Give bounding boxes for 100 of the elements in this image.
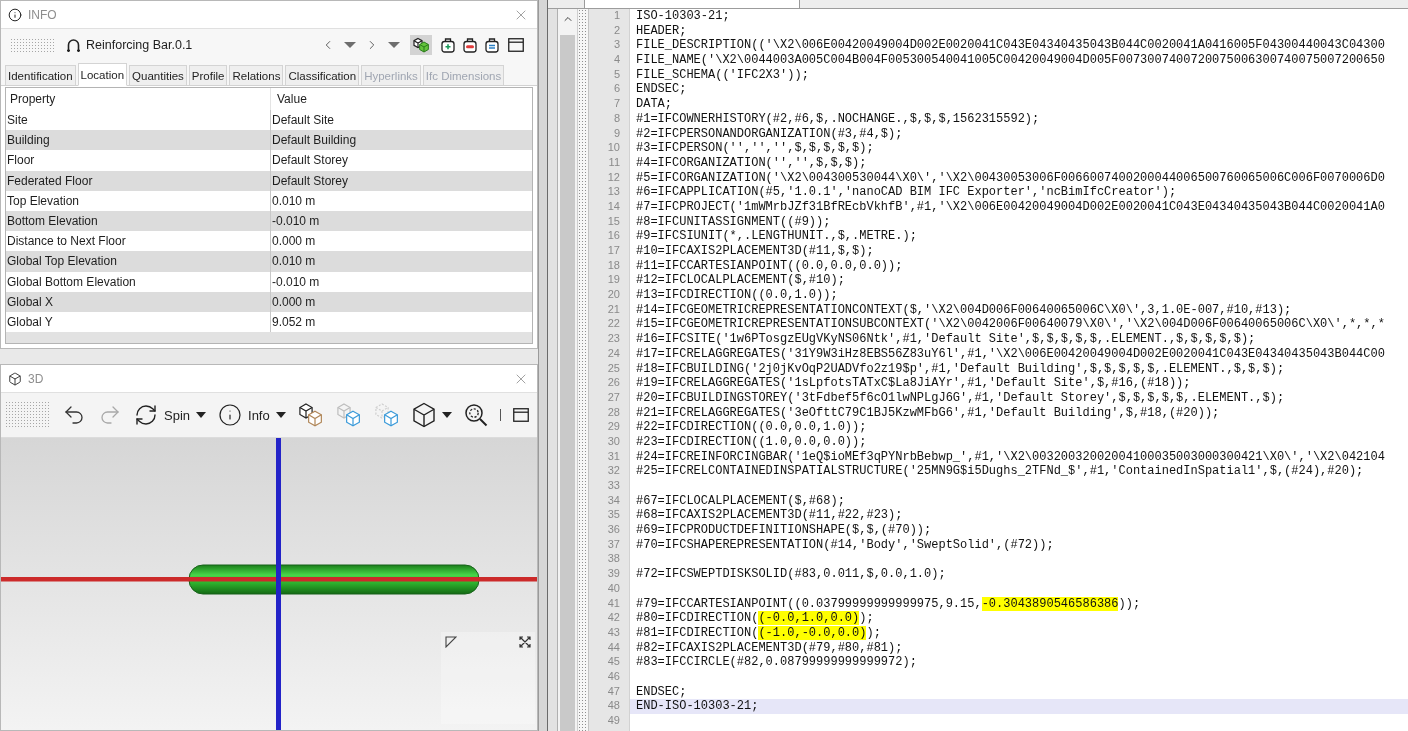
table-cell: 0.010 m — [270, 251, 532, 272]
cube-icon — [8, 371, 22, 386]
window-button[interactable] — [506, 36, 526, 54]
info-button[interactable]: Info — [218, 403, 286, 427]
window-icon — [512, 408, 529, 422]
code-line: #7=IFCPROJECT('1mWMrbJZf31BfREcbVkhfB',#1,'\X2\006E00420049004D002E0020041C043E04340435043B044C0020041A0 — [636, 199, 1385, 215]
table-cell-text: Global X — [6, 293, 55, 311]
table-cell: 9.052 m — [270, 311, 532, 333]
window-button[interactable] — [512, 408, 529, 422]
cubes-icon — [412, 37, 430, 53]
triangle-icon — [445, 636, 457, 648]
line-number: 23 — [607, 332, 620, 347]
code-line: FILE_SCHEMA(('IFC2X3')); — [636, 67, 809, 83]
code-text: )); — [1118, 596, 1141, 611]
line-number: 35 — [607, 508, 620, 523]
table-cell: -0.010 m — [270, 271, 532, 292]
code-line: #16=IFCSITE('1w6PTosgzEUgVKyNS06Ntk',#1,'Default Site',$,$,$,$,$,.ELEMENT.,$,$,$,$,$); — [636, 332, 1256, 347]
table-cell: Default Storey — [270, 150, 532, 171]
line-number: 31 — [607, 449, 620, 464]
code-line: #70=IFCSHAPEREPRESENTATION(#14,'Body','SweptSolid',(#72)); — [636, 537, 1054, 553]
line-number: 14 — [607, 199, 620, 214]
caret-icon — [275, 412, 286, 418]
code-line: #24=IFCREINFORCINGBAR('1eQ$ioMEf3qPYNrbBebwp_',#1,'\X2\00320032002004100035003000300421\X0\','\X2\042104 — [636, 449, 1385, 465]
tab[interactable]: Location — [77, 63, 128, 86]
tab[interactable]: Profile — [188, 65, 228, 85]
line-number: 36 — [607, 523, 620, 538]
arch-icon — [66, 37, 81, 53]
highlighted-text: (-1.0,-0.0,0.0) — [758, 625, 867, 640]
cubes-button[interactable] — [297, 403, 324, 427]
line-number: 30 — [607, 434, 620, 449]
info-icon — [8, 7, 22, 22]
line-number: 39 — [607, 567, 620, 582]
line-number: 29 — [607, 420, 620, 435]
table-cell-text: Site — [6, 112, 29, 130]
code-editor[interactable] — [629, 9, 1408, 731]
code-line: #15=IFCGEOMETRICREPRESENTATIONSUBCONTEXT('\X2\0042006F00640079\X0\','\X2\004D006F00640065006C\X0\',*,*,* — [636, 317, 1385, 333]
line-number: 13 — [607, 185, 620, 200]
window-icon — [508, 38, 524, 52]
line-number: 3 — [613, 38, 620, 53]
cubes-toggle-button[interactable] — [410, 35, 432, 55]
code-line: #25=IFCRELCONTAINEDINSPATIALSTRUCTURE('25MN9G$i5Dughs_2TFNd_$',#1,'ContainedInSpatial1',$,(#24),#20); — [636, 464, 1364, 479]
tab[interactable]: Classification — [285, 65, 360, 85]
table-cell: 0.000 m — [270, 291, 532, 312]
code-line: #23=IFCDIRECTION((1.0,0.0,0.0)); — [636, 434, 867, 450]
zoom-button[interactable] — [463, 403, 488, 427]
code-line: #22=IFCDIRECTION((0.0,0.0,1.0)); — [636, 420, 867, 435]
line-number: 15 — [607, 214, 620, 229]
history-dropdown[interactable] — [386, 40, 402, 50]
line-number: 40 — [607, 581, 620, 596]
scrollbar-thumb[interactable] — [560, 35, 575, 731]
code-line: #12=IFCLOCALPLACEMENT($,#10); — [636, 273, 845, 289]
box-plus-button[interactable] — [439, 35, 457, 55]
code-line: #8=IFCUNITASSIGNMENT((#9)); — [636, 214, 831, 230]
code-line: #67=IFCLOCALPLACEMENT($,#68); — [636, 493, 845, 509]
code-line: #4=IFCORGANIZATION('','',$,$,$); — [636, 155, 867, 171]
line-number: 12 — [607, 170, 620, 185]
tab[interactable]: Relations — [229, 65, 284, 85]
code-line: #68=IFCAXIS2PLACEMENT3D(#11,#22,#23); — [636, 508, 903, 524]
code-text: #81=IFCDIRECTION( — [636, 625, 759, 640]
panel-title: 3D — [28, 371, 44, 386]
line-number: 4 — [613, 53, 620, 68]
code-line: #21=IFCRELAGGREGATES('3eOfttC79C1BJ5KzwMFbG6',#1,'Default Building',$,#18,(#20)); — [636, 405, 1220, 421]
line-number: 2 — [613, 23, 620, 38]
table-cell-text: Building — [6, 132, 51, 150]
line-number: 22 — [607, 317, 620, 332]
line-number: 28 — [607, 405, 620, 420]
line-number: 38 — [607, 552, 620, 567]
info-icon — [218, 403, 243, 427]
line-number: 27 — [607, 390, 620, 405]
column-header[interactable]: Property — [6, 88, 270, 110]
splitter[interactable] — [538, 0, 548, 731]
line-number: 7 — [613, 97, 620, 112]
line-number: 20 — [607, 288, 620, 303]
view-cube-button[interactable] — [411, 402, 452, 428]
line-number: 33 — [607, 479, 620, 493]
tab[interactable]: Quantities — [129, 65, 187, 85]
code-line: FILE_DESCRIPTION(('\X2\006E00420049004D002E0020041C043E04340435043B044C0020041A0416005F04300440043C04300 — [636, 38, 1385, 54]
tab[interactable]: Identification — [5, 65, 76, 85]
code-line: #6=IFCAPPLICATION(#5,'1.0.1','nanoCAD BIM IFC Exporter','ncBimIfcCreator'); — [636, 185, 1177, 200]
code-line: #69=IFCPRODUCTDEFINITIONSHAPE($,$,(#70)); — [636, 523, 932, 538]
history-dropdown[interactable] — [342, 40, 358, 50]
line-number: 21 — [607, 302, 620, 317]
table-cell-text: Distance to Next Floor — [6, 233, 127, 251]
code-line: #72=IFCSWEPTDISKSOLID(#83,0.011,$,0.0,1.0); — [636, 567, 946, 582]
line-number: 47 — [607, 684, 620, 699]
table-cell-text: Floor — [6, 152, 36, 170]
line-number: 46 — [607, 669, 620, 684]
spin-button[interactable]: Spin — [134, 403, 207, 427]
line-number: 19 — [607, 273, 620, 288]
code-line: #13=IFCDIRECTION((0.0,1.0)); — [636, 288, 838, 303]
magnifier-icon — [463, 403, 488, 427]
box-equals-icon — [485, 37, 499, 53]
line-number: 32 — [607, 464, 620, 479]
code-text: #80=IFCDIRECTION( — [636, 611, 759, 626]
rotate-icon — [134, 403, 158, 427]
box-minus-button[interactable] — [461, 35, 479, 55]
cube-icon — [411, 402, 436, 428]
line-number: 5 — [613, 67, 620, 82]
box-equals-button[interactable] — [483, 35, 501, 55]
line-number: 44 — [607, 640, 620, 655]
